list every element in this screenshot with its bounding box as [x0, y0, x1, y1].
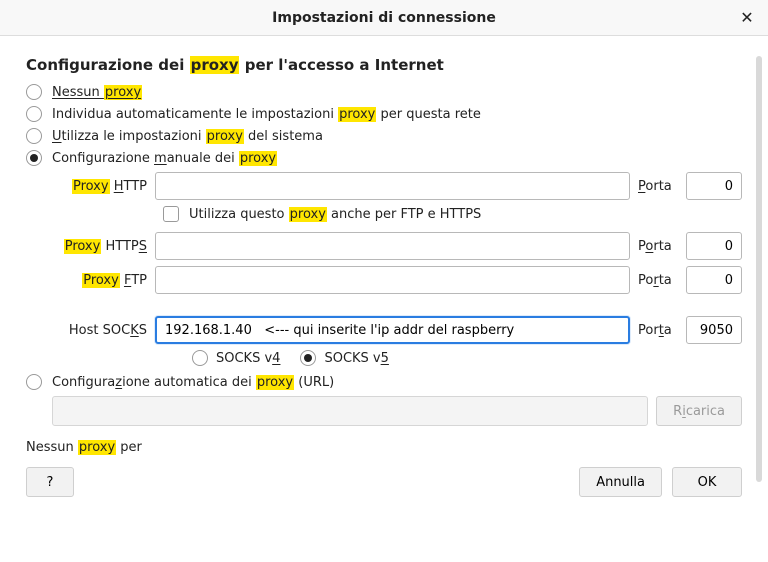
ftp-proxy-input[interactable] [155, 266, 630, 294]
https-proxy-input[interactable] [155, 232, 630, 260]
socks-port-input[interactable] [686, 316, 742, 344]
http-proxy-input[interactable] [155, 172, 630, 200]
https-port-input[interactable] [686, 232, 742, 260]
label-auto-detect: Individua automaticamente le impostazion… [52, 107, 481, 122]
label-socks-v4: SOCKS v4 [216, 351, 280, 366]
label-ftp-port: Porta [638, 273, 678, 288]
label-http-proxy: Proxy HTTP [52, 179, 147, 194]
radio-no-proxy[interactable] [26, 84, 42, 100]
radio-auto-detect[interactable] [26, 106, 42, 122]
section-title: Configurazione dei proxy per l'accesso a… [26, 56, 742, 74]
label-use-for-all: Utilizza questo proxy anche per FTP e HT… [189, 207, 481, 222]
radio-manual-proxy[interactable] [26, 150, 42, 166]
ftp-port-input[interactable] [686, 266, 742, 294]
label-socks-port: Porta [638, 323, 678, 338]
checkbox-use-for-all[interactable] [163, 206, 179, 222]
label-system-proxy: Utilizza le impostazioni proxy del siste… [52, 129, 323, 144]
auto-config-url-input [52, 396, 648, 426]
cancel-button[interactable]: Annulla [579, 467, 662, 497]
ok-button[interactable]: OK [672, 467, 742, 497]
dialog-content: Configurazione dei proxy per l'accesso a… [0, 36, 768, 562]
radio-socks-v4[interactable] [192, 350, 208, 366]
label-http-port: Porta [638, 179, 678, 194]
label-https-port: Porta [638, 239, 678, 254]
radio-system-proxy[interactable] [26, 128, 42, 144]
label-manual-proxy: Configurazione manuale dei proxy [52, 151, 277, 166]
label-ftp-proxy: Proxy FTP [52, 273, 147, 288]
radio-auto-config-url[interactable] [26, 374, 42, 390]
reload-button: Ricarica [656, 396, 742, 426]
label-https-proxy: Proxy HTTPS [52, 239, 147, 254]
http-port-input[interactable] [686, 172, 742, 200]
radio-socks-v5[interactable] [300, 350, 316, 366]
dialog-title: Impostazioni di connessione [272, 10, 496, 26]
section-title-hl: proxy [190, 56, 240, 74]
manual-proxy-fields: Proxy HTTP Porta Utilizza questo proxy a… [52, 172, 742, 366]
close-icon[interactable]: ✕ [738, 8, 756, 26]
label-no-proxy-for: Nessun proxy per [26, 440, 742, 455]
label-socks-v5: SOCKS v5 [324, 351, 388, 366]
label-auto-config-url: Configurazione automatica dei proxy (URL… [52, 375, 334, 390]
section-title-pre: Configurazione dei [26, 56, 190, 74]
label-socks-host: Host SOCKS [52, 323, 147, 338]
scrollbar[interactable] [756, 56, 762, 482]
section-title-post: per l'accesso a Internet [239, 56, 443, 74]
label-no-proxy: Nessun proxy [52, 85, 142, 100]
socks-host-input[interactable] [155, 316, 630, 344]
titlebar: Impostazioni di connessione ✕ [0, 0, 768, 36]
button-bar: ? Annulla OK [26, 467, 742, 497]
help-button[interactable]: ? [26, 467, 74, 497]
